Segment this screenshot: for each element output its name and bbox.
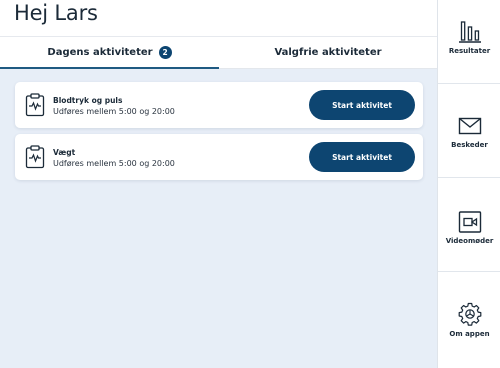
sidebar-item-label: Videomøder — [445, 237, 494, 245]
sidebar-item-messages[interactable]: Beskeder — [438, 84, 500, 178]
bar-chart-icon — [459, 21, 481, 43]
sidebar-item-label: Beskeder — [451, 141, 488, 149]
activity-time-window: Udføres mellem 5:00 og 20:00 — [53, 159, 175, 168]
count-badge: 2 — [158, 45, 172, 59]
activity-card: Vægt Udføres mellem 5:00 og 20:00 Start … — [15, 134, 423, 180]
tab-label: Valgfrie aktiviteter — [274, 47, 382, 58]
sidebar-item-label: Resultater — [448, 47, 491, 55]
tab-label: Dagens aktiviteter — [47, 46, 153, 58]
sidebar: Resultater Beskeder Videomøder Om appen — [437, 0, 500, 368]
sidebar-item-about-app[interactable]: Om appen — [438, 272, 500, 366]
activity-time-window: Udføres mellem 5:00 og 20:00 — [53, 107, 175, 116]
main-content: Hej Lars Dagens aktiviteter 2 Valgfrie a… — [0, 0, 437, 368]
envelope-icon — [458, 117, 482, 135]
start-activity-button[interactable]: Start aktivitet — [309, 90, 415, 120]
tab-optional-activities[interactable]: Valgfrie aktiviteter — [219, 37, 437, 69]
sidebar-item-results[interactable]: Resultater — [438, 0, 500, 84]
activity-title: Vægt — [53, 148, 76, 157]
sidebar-item-video-meetings[interactable]: Videomøder — [438, 178, 500, 272]
clipboard-pulse-icon — [25, 93, 45, 117]
activity-title: Blodtryk og puls — [53, 96, 123, 105]
sidebar-item-label: Om appen — [449, 330, 490, 338]
start-activity-button[interactable]: Start aktivitet — [309, 142, 415, 172]
page-title: Hej Lars — [14, 1, 98, 25]
page-header: Hej Lars — [0, 0, 437, 36]
gear-icon — [458, 302, 482, 326]
activity-card: Blodtryk og puls Udføres mellem 5:00 og … — [15, 82, 423, 128]
tab-bar: Dagens aktiviteter 2 Valgfrie aktivitete… — [0, 36, 437, 69]
video-camera-icon — [458, 211, 482, 233]
tab-todays-activities[interactable]: Dagens aktiviteter 2 — [0, 37, 219, 69]
clipboard-pulse-icon — [25, 145, 45, 169]
